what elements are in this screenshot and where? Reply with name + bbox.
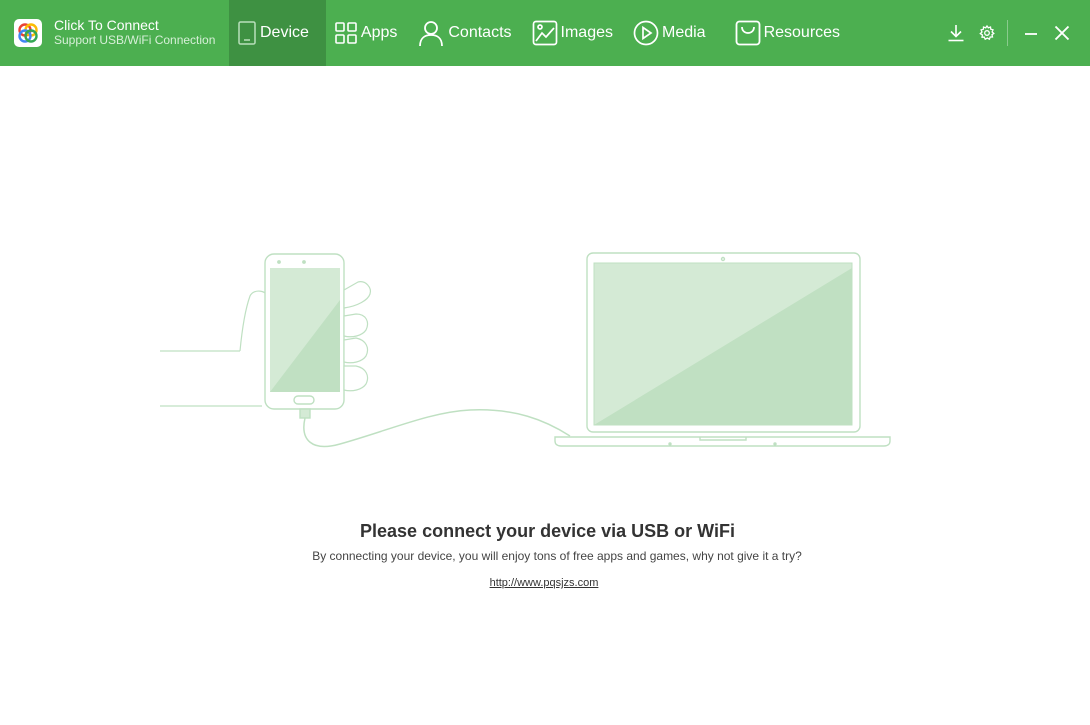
tab-contacts-label: Contacts	[448, 24, 512, 41]
top-bar: Click To Connect Support USB/WiFi Connec…	[0, 0, 1090, 66]
tab-media-label: Media	[661, 24, 706, 41]
tab-images[interactable]: Images	[524, 0, 625, 66]
grid-icon	[334, 21, 358, 45]
bag-icon	[735, 20, 761, 46]
connection-illustration	[160, 252, 891, 448]
play-icon	[633, 20, 659, 46]
connect-device-button[interactable]: Click To Connect Support USB/WiFi Connec…	[0, 0, 229, 66]
toolbar-divider	[1007, 20, 1008, 46]
main-tabs: Device Apps Contacts Images Media Resour…	[229, 0, 852, 66]
fingers-illustration	[343, 281, 371, 392]
tab-resources[interactable]: Resources	[718, 0, 852, 66]
person-icon	[417, 19, 445, 47]
connect-heading: Please connect your device via USB or Wi…	[360, 521, 735, 541]
website-link[interactable]: http://www.pqsjzs.com	[490, 577, 599, 589]
minimize-icon[interactable]	[1024, 26, 1038, 40]
app-title: Click To Connect	[54, 17, 159, 33]
image-icon	[532, 20, 558, 46]
phone-icon	[237, 21, 257, 45]
tab-images-label: Images	[560, 24, 613, 41]
arm-illustration	[160, 290, 275, 407]
tab-apps[interactable]: Apps	[326, 0, 409, 66]
close-icon[interactable]	[1054, 25, 1070, 41]
tab-device-label: Device	[260, 24, 309, 41]
window-controls	[947, 0, 1090, 66]
usb-cable	[303, 409, 571, 448]
tab-apps-label: Apps	[360, 24, 398, 41]
tab-contacts[interactable]: Contacts	[409, 0, 523, 66]
tab-resources-label: Resources	[763, 24, 841, 41]
connect-description: By connecting your device, you will enjo…	[312, 549, 802, 563]
phone-illustration	[264, 253, 345, 419]
tab-device[interactable]: Device	[229, 0, 326, 66]
app-subtitle: Support USB/WiFi Connection	[54, 33, 216, 47]
download-icon[interactable]	[947, 24, 965, 42]
laptop-illustration	[554, 252, 891, 447]
gear-icon[interactable]	[979, 25, 995, 41]
tab-media[interactable]: Media	[625, 0, 718, 66]
connect-logo-icon	[14, 19, 42, 47]
